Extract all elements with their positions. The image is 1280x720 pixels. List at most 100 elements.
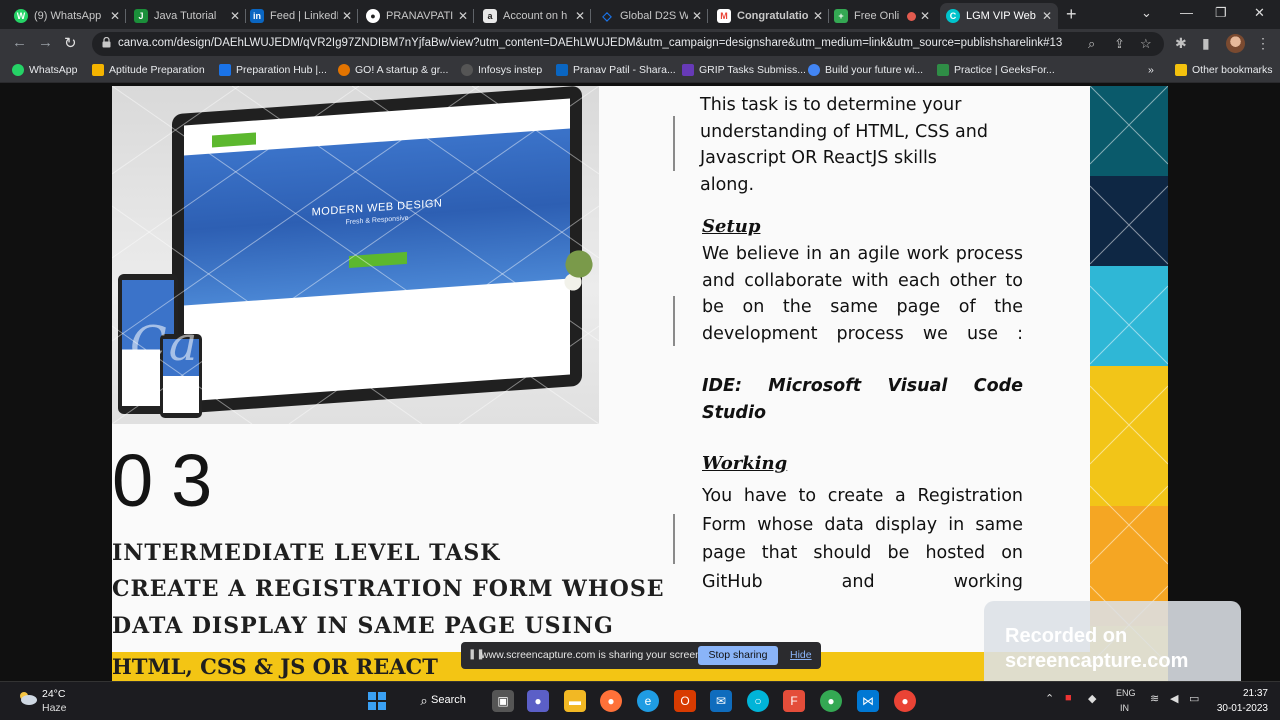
- volume-icon[interactable]: ◀: [1170, 692, 1178, 705]
- back-button[interactable]: ←: [12, 34, 27, 51]
- menu-icon[interactable]: ⋮: [1256, 35, 1270, 52]
- whatsapp-icon: W: [14, 9, 28, 23]
- bookmark-label: WhatsApp: [29, 64, 78, 76]
- bookmark-preparation-hub[interactable]: Preparation Hub |...: [219, 64, 327, 76]
- tab-free-online[interactable]: + Free Onli ✕: [828, 3, 936, 29]
- forward-button[interactable]: →: [38, 34, 53, 51]
- share-icon[interactable]: ⇪: [1114, 36, 1125, 52]
- weather-haze-icon[interactable]: [16, 690, 38, 706]
- bookmark-infosys[interactable]: Infosys instep: [461, 64, 542, 76]
- google-icon: [338, 64, 350, 76]
- bookmark-star-icon[interactable]: ☆: [1140, 36, 1152, 52]
- gmail-icon: M: [717, 9, 731, 23]
- bookmark-build-future[interactable]: Build your future wi...: [808, 64, 923, 76]
- close-icon[interactable]: ✕: [575, 9, 585, 23]
- close-icon[interactable]: ✕: [920, 9, 930, 23]
- bookmark-pranav-patil[interactable]: Pranav Patil - Shara...: [556, 64, 676, 76]
- url-text: canva.com/design/DAEhLWUJEDM/qVR2Ig97ZND…: [118, 37, 1063, 49]
- tab-whatsapp[interactable]: W (9) WhatsApp ✕: [8, 3, 126, 29]
- task-view-icon[interactable]: ▣: [492, 690, 514, 712]
- teams-chat-icon[interactable]: ●: [527, 690, 549, 712]
- office-icon[interactable]: O: [674, 690, 696, 712]
- reload-button[interactable]: ↻: [64, 34, 77, 52]
- figma-icon[interactable]: F: [783, 690, 805, 712]
- zoom-search-icon[interactable]: ⌕: [1088, 36, 1095, 52]
- new-tab-button[interactable]: +: [1066, 4, 1077, 25]
- weather-condition: Haze: [42, 702, 67, 714]
- tab-gmail[interactable]: M Congratulatio ✕: [711, 3, 829, 29]
- address-bar[interactable]: canva.com/design/DAEhLWUJEDM/qVR2Ig97ZND…: [92, 32, 1164, 56]
- amazon-icon: a: [483, 9, 497, 23]
- tab-title: Feed | LinkedIn: [270, 10, 338, 22]
- file-explorer-icon[interactable]: ▬: [564, 690, 586, 712]
- bookmark-favicon: [219, 64, 231, 76]
- tab-account[interactable]: a Account on h ✕: [477, 3, 591, 29]
- sidepanel-icon[interactable]: ▮: [1202, 35, 1210, 52]
- setup-ide: IDE: Microsoft Visual Code Studio: [702, 376, 1023, 423]
- bookmarks-overflow[interactable]: »: [1148, 64, 1154, 76]
- tab-linkedin[interactable]: in Feed | LinkedIn ✕: [244, 3, 358, 29]
- wifi-icon[interactable]: ≋: [1150, 692, 1159, 705]
- close-icon[interactable]: ✕: [110, 9, 120, 23]
- bookmark-label: Pranav Patil - Shara...: [573, 64, 676, 76]
- bookmark-go-startup[interactable]: GO! A startup & gr...: [338, 64, 448, 76]
- tray-app-icon[interactable]: ◆: [1088, 692, 1096, 705]
- profile-avatar[interactable]: [1226, 34, 1245, 53]
- screen-sharing-bar: ❚❚ www.screencapture.com is sharing your…: [461, 642, 821, 669]
- canva-icon: C: [946, 9, 960, 23]
- mail-icon[interactable]: ✉: [710, 690, 732, 712]
- language-indicator[interactable]: ENG: [1116, 688, 1136, 698]
- tray-overflow-icon[interactable]: ⌃: [1045, 692, 1054, 705]
- level-line-4: HTML, CSS & JS OR REACT: [112, 654, 438, 679]
- close-window-button[interactable]: ✕: [1254, 5, 1265, 21]
- region-indicator[interactable]: IN: [1120, 703, 1129, 713]
- bookmark-label: Preparation Hub |...: [236, 64, 327, 76]
- battery-icon[interactable]: ▭: [1189, 692, 1199, 705]
- extensions-icon[interactable]: ✱: [1175, 35, 1187, 52]
- cortana-icon[interactable]: ○: [747, 690, 769, 712]
- intro-text: This task is to determine your understan…: [700, 95, 988, 195]
- maximize-button[interactable]: ❐: [1215, 5, 1227, 21]
- close-icon[interactable]: ✕: [342, 9, 352, 23]
- bookmark-whatsapp[interactable]: WhatsApp: [12, 64, 77, 76]
- chrome-profile-icon[interactable]: ●: [820, 690, 842, 712]
- chevron-right-icon: »: [1148, 64, 1154, 76]
- tab-java-tutorial[interactable]: J Java Tutorial ✕: [128, 3, 246, 29]
- tab-title: Java Tutorial: [154, 10, 217, 22]
- close-icon[interactable]: ✕: [1042, 9, 1052, 23]
- tab-title: Free Onli: [854, 10, 900, 22]
- tab-lgm-vip[interactable]: C LGM VIP Web ✕: [940, 3, 1058, 29]
- clock-time[interactable]: 21:37: [1218, 688, 1268, 699]
- divider-line: [673, 296, 675, 346]
- minimize-button[interactable]: —: [1180, 5, 1193, 20]
- bookmarks-bar: WhatsApp Aptitude Preparation Preparatio…: [0, 59, 1280, 83]
- bookmark-grip[interactable]: GRIP Tasks Submiss...: [682, 64, 806, 76]
- tray-app-icon[interactable]: ■: [1065, 692, 1072, 704]
- bookmark-favicon: [556, 64, 568, 76]
- tab-global-d2s[interactable]: ◇ Global D2S W ✕: [594, 3, 708, 29]
- close-icon[interactable]: ✕: [692, 9, 702, 23]
- windows-taskbar: 24°C Haze ⌕ Search ▣ ● ▬ ● e O ✉ ○ F ● ⋈…: [0, 681, 1280, 720]
- windows-start-icon[interactable]: [366, 690, 388, 712]
- close-icon[interactable]: ✕: [813, 9, 823, 23]
- vscode-icon[interactable]: ⋈: [857, 690, 879, 712]
- folder-icon: [1175, 64, 1187, 76]
- global-icon: ◇: [602, 9, 612, 23]
- tab-github[interactable]: ● PRANAVPATIL ✕: [360, 3, 474, 29]
- close-icon[interactable]: ✕: [230, 9, 240, 23]
- working-text: You have to create a Registration Form w…: [702, 486, 1023, 592]
- bookmark-aptitude[interactable]: Aptitude Preparation: [92, 64, 205, 76]
- taskbar-search-label[interactable]: Search: [431, 694, 466, 706]
- close-icon[interactable]: ✕: [458, 9, 468, 23]
- chrome-icon[interactable]: ●: [894, 690, 916, 712]
- bookmark-geeksforgeeks[interactable]: Practice | GeeksFor...: [937, 64, 1055, 76]
- tab-strip: W (9) WhatsApp ✕ J Java Tutorial ✕ in Fe…: [0, 0, 1280, 29]
- clock-date[interactable]: 30-01-2023: [1208, 703, 1268, 714]
- hide-link[interactable]: Hide: [790, 649, 812, 661]
- tab-search-icon[interactable]: ⌄: [1141, 5, 1152, 21]
- other-bookmarks[interactable]: Other bookmarks: [1175, 64, 1273, 76]
- edge-icon[interactable]: e: [637, 690, 659, 712]
- level-line-2: CREATE A REGISTRATION FORM WHOSE: [112, 576, 665, 602]
- firefox-icon[interactable]: ●: [600, 690, 622, 712]
- stop-sharing-button[interactable]: Stop sharing: [698, 646, 778, 665]
